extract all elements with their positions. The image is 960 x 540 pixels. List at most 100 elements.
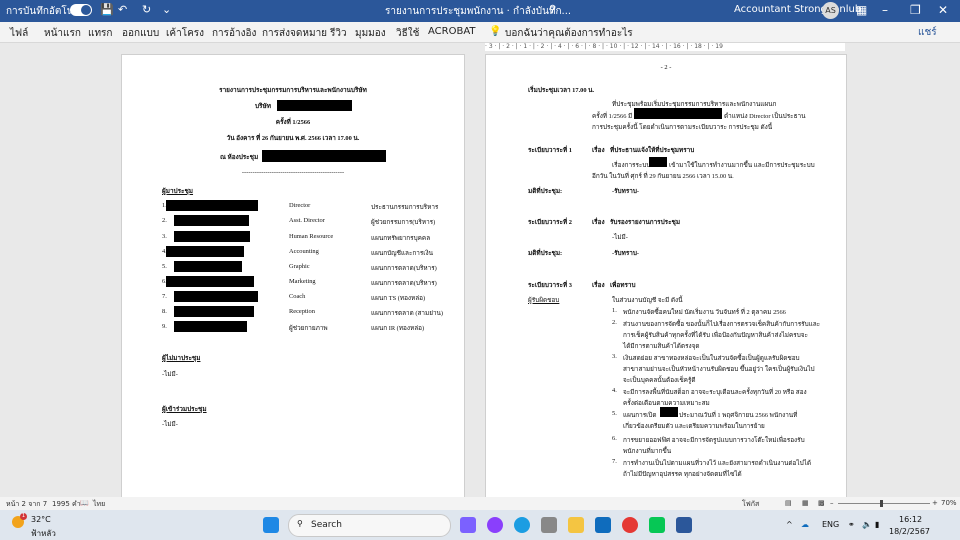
tab-mailings[interactable]: การส่งจดหมาย — [262, 26, 327, 41]
attendee-department: แผนกการตลาด(บริหาร) — [371, 265, 437, 272]
battery-icon[interactable]: ▮ — [875, 520, 879, 529]
user-name[interactable]: Accountant Strongponlub — [734, 4, 861, 15]
taskbar: 1 32°C ฟ้าหลัว ⚲ Search ^ ☁ ENG ⚭ 🔈 ▮ 16… — [0, 510, 960, 540]
close-icon[interactable]: ✕ — [938, 3, 948, 17]
list-item-number: 3. — [162, 233, 167, 240]
title-bar: การบันทึกอัตโนมัติ 💾 ↶ ↻ ⌄ รายงานการประช… — [0, 0, 960, 22]
undo-icon[interactable]: ↶ — [118, 3, 127, 16]
list-item: ถ้าไม่มีปัญหาอุปสรรค ทุกอย่างจัดตมที่ไซไ… — [623, 471, 742, 478]
redacted-name — [649, 157, 667, 167]
word-icon[interactable] — [676, 517, 692, 533]
start-time: เริ่มประชุมเวลา 17.00 น. — [528, 87, 595, 94]
list-item-number: 5. — [162, 263, 167, 270]
read-mode-icon[interactable]: ▤ — [785, 499, 792, 507]
search-placeholder: Search — [311, 520, 342, 530]
agenda-subject: เพื่อทราบ — [610, 282, 636, 289]
word-count[interactable]: 1995 คำ — [52, 499, 81, 510]
temperature[interactable]: 32°C — [31, 515, 51, 524]
tab-acrobat[interactable]: ACROBAT — [428, 26, 476, 37]
divider: ----------------------------------------… — [241, 169, 345, 176]
more-icon[interactable]: ⌄ — [162, 3, 171, 16]
tell-me-input[interactable]: บอกฉันว่าคุณต้องการทำอะไร — [505, 26, 633, 41]
redo-icon[interactable]: ↻ — [142, 3, 151, 16]
tab-review[interactable]: รีวิว — [330, 26, 347, 41]
chrome-icon[interactable] — [622, 517, 638, 533]
web-layout-icon[interactable]: ▩ — [818, 499, 825, 507]
start-icon[interactable] — [263, 517, 279, 533]
tray-chevron-icon[interactable]: ^ — [786, 520, 793, 529]
tab-insert[interactable]: แทรก — [88, 26, 112, 41]
ruler: · 3 · | · 2 · | · 1 · | · 2 · | · 4 · | … — [485, 43, 845, 51]
tab-design[interactable]: ออกแบบ — [122, 26, 159, 41]
list-item: เงินสดย่อย สาขาทองหล่อจะเป็นในส่วนจัดซื้… — [623, 355, 800, 362]
proofing-icon[interactable]: 📖 — [80, 499, 89, 507]
minimize-icon[interactable]: – — [882, 3, 888, 17]
wifi-icon[interactable]: ⚭ — [848, 520, 855, 529]
taskbar-search[interactable]: ⚲ Search — [288, 514, 451, 537]
list-item-number: 4. — [612, 387, 617, 394]
tab-view[interactable]: มุมมอง — [355, 26, 386, 41]
attendee-role: Asst. Director — [289, 217, 325, 224]
search-icon[interactable]: ⚲ — [549, 4, 556, 15]
language-label[interactable]: ENG — [822, 520, 839, 529]
list-item: ส่วนงานของการจัดซื้อ ของนั้นก็ไปเรื่องกา… — [623, 321, 821, 328]
redacted-name — [174, 291, 258, 302]
save-icon[interactable]: 💾 — [100, 3, 114, 16]
toggle-knob — [81, 5, 91, 15]
tab-help[interactable]: วิธีใช้ — [396, 26, 419, 41]
clock-date[interactable]: 18/2/2567 — [889, 527, 930, 536]
agenda-subject: ที่ประธานแจ้งให้ที่ประชุมทราบ — [610, 147, 695, 154]
share-button[interactable]: แชร์ — [918, 25, 937, 40]
ribbon-display-icon[interactable]: ▦ — [856, 3, 867, 17]
ribbon-tabs: ไฟล์ หน้าแรก แทรก ออกแบบ เค้าโครง การอ้า… — [0, 22, 960, 43]
list-item-number: 5. — [612, 410, 617, 417]
focus-button[interactable]: โฟกัส — [742, 499, 759, 510]
file-explorer-icon[interactable] — [541, 517, 557, 533]
clock-time[interactable]: 16:12 — [899, 515, 922, 524]
attendee-role: Reception — [289, 308, 315, 315]
canva-icon[interactable] — [487, 517, 503, 533]
search-icon: ⚲ — [297, 519, 303, 528]
avatar[interactable]: AS — [822, 2, 839, 19]
outlook-icon[interactable] — [595, 517, 611, 533]
language-indicator[interactable]: ไทย — [93, 499, 105, 510]
agenda-subject-label: เรื่อง — [592, 147, 605, 154]
edge-icon[interactable] — [514, 517, 530, 533]
restore-icon[interactable]: ❐ — [910, 3, 921, 17]
tab-layout[interactable]: เค้าโครง — [166, 26, 204, 41]
tab-references[interactable]: การอ้างอิง — [212, 26, 256, 41]
guests-value: -ไม่มี- — [162, 421, 178, 428]
tab-file[interactable]: ไฟล์ — [10, 26, 28, 41]
attendee-department: แผนกทรัพยากรบุคคล — [371, 235, 431, 242]
teams-icon[interactable] — [460, 517, 476, 533]
folder-icon[interactable] — [568, 517, 584, 533]
tab-home[interactable]: หน้าแรก — [44, 26, 81, 41]
zoom-slider[interactable] — [838, 503, 930, 504]
attendee-department: แผนกการตลาด (สามย่าน) — [371, 310, 444, 317]
print-layout-icon[interactable]: ▦ — [802, 499, 809, 507]
zoom-level[interactable]: 70% — [941, 499, 957, 507]
meeting-datetime: วัน อังคาร ที่ 26 กันยายน พ.ศ. 2566 เวลา… — [226, 135, 360, 142]
zoom-in-icon[interactable]: + — [932, 499, 938, 507]
line-icon[interactable] — [649, 517, 665, 533]
guests-heading: ผู้เข้าร่วมประชุม — [162, 406, 207, 413]
page-info[interactable]: หน้า 2 จาก 7 — [6, 499, 47, 510]
zoom-out-icon[interactable]: – — [830, 499, 834, 507]
onedrive-icon[interactable]: ☁ — [801, 520, 809, 529]
volume-icon[interactable]: 🔈 — [862, 520, 872, 529]
weather-text[interactable]: ฟ้าหลัว — [31, 527, 56, 540]
redacted-name — [174, 306, 254, 317]
document-title: รายงานการประชุมพนักงาน · กำลังบันทึก... — [385, 6, 572, 17]
detail-intro: ในส่วนงานบัญชี จะมี ดังนี้ — [612, 297, 683, 304]
agenda-subject: รับรองรายงานการประชุม — [610, 219, 681, 226]
zoom-slider-handle[interactable] — [880, 500, 883, 507]
document-page-1[interactable]: รายงานการประชุมกรรมการบริหารและพนักงานบร… — [121, 54, 465, 499]
list-item: สาขาสามย่านจะเป็นหัวหน้างานรับผิดชอบ ขึ้… — [623, 366, 815, 373]
detail-label: ผู้รับผิดชอบ — [528, 297, 560, 304]
document-page-2[interactable]: - 2 - เริ่มประชุมเวลา 17.00 น. ที่ประชุม… — [485, 54, 847, 499]
autosave-toggle[interactable] — [70, 4, 92, 16]
list-item: การขยายออฟฟิศ อาจจะมีการจัดรูปแบบการวางโ… — [623, 437, 805, 444]
list-item: ได้มีการตามสินค้าได้ตรงจุด — [623, 343, 700, 350]
list-item: พนักงานที่มากขึ้น — [623, 448, 672, 455]
resolution-label: มติที่ประชุม: — [528, 188, 563, 195]
